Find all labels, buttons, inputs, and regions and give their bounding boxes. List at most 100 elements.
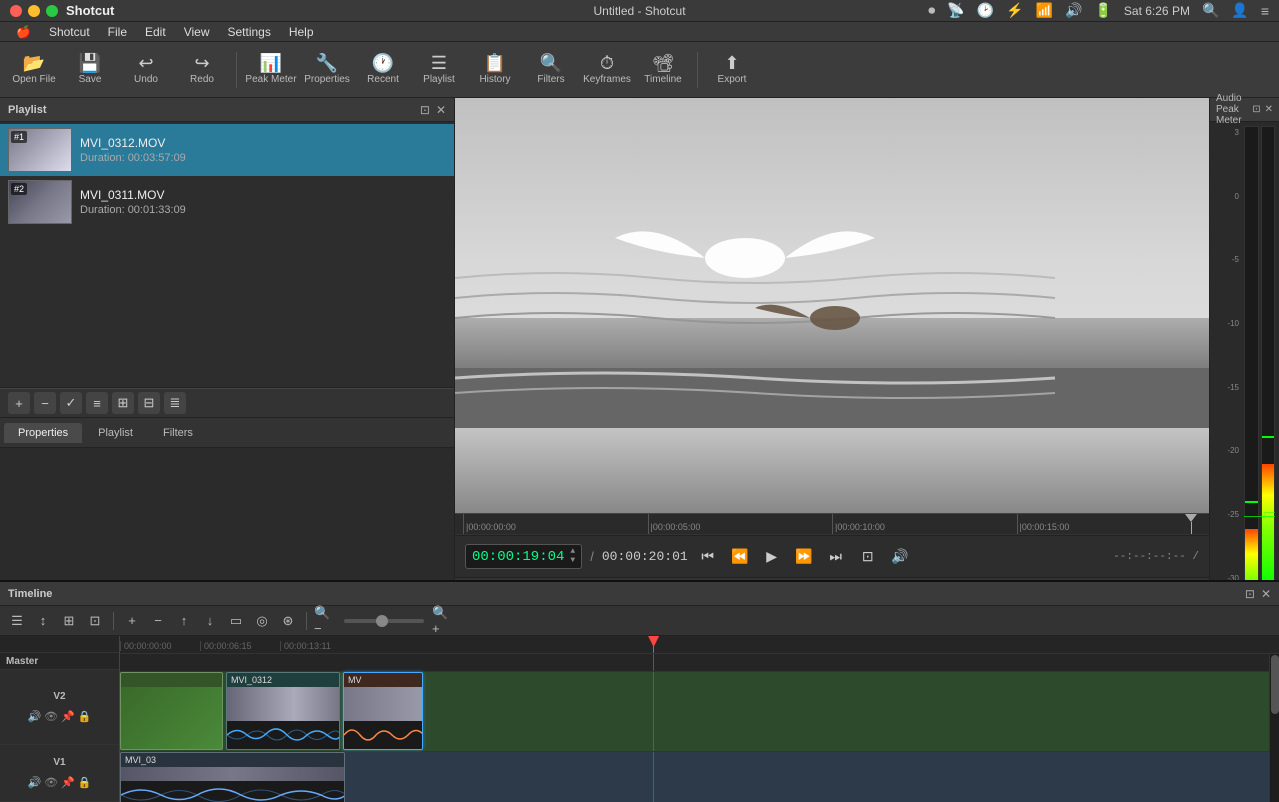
save-button[interactable]: 💾 Save [64, 46, 116, 94]
duration-display: 00:00:20:01 [602, 549, 688, 564]
tl-zoom-in-button[interactable]: 🔍+ [432, 610, 454, 632]
traffic-lights[interactable] [10, 5, 58, 17]
tl-snap-button[interactable]: ⊞ [58, 610, 80, 632]
ruler-mark-time-0: 00:00:00:00 [120, 641, 200, 651]
tl-zoom-thumb[interactable] [376, 615, 388, 627]
playlist-button[interactable]: ☰ Playlist [413, 46, 465, 94]
tc-down-arrow[interactable]: ▼ [570, 557, 575, 565]
audio-close-icon[interactable]: ✕ [1265, 104, 1273, 115]
v1-clip-1-header: MVI_03 [121, 753, 344, 767]
playlist-remove-button[interactable]: − [34, 392, 56, 414]
tl-add-button[interactable]: + [121, 610, 143, 632]
export-button[interactable]: ⬆ Export [706, 46, 758, 94]
playlist-add-button[interactable]: + [8, 392, 30, 414]
open-file-label: Open File [12, 74, 55, 85]
v2-eye-icon[interactable]: 👁 [44, 710, 58, 723]
menu-apple[interactable]: 🍎 [8, 23, 39, 41]
playlist-close-icon[interactable]: ✕ [436, 103, 446, 117]
step-back-button[interactable]: ⏪ [728, 545, 752, 569]
siri-icon[interactable]: 👤 [1231, 2, 1248, 19]
v2-pin-icon[interactable]: 📌 [61, 710, 75, 723]
menu-shotcut[interactable]: Shotcut [41, 23, 98, 41]
tc-up-arrow[interactable]: ▲ [570, 548, 575, 556]
v2-audio-icon[interactable]: 🔊 [27, 710, 41, 723]
playlist-small-button[interactable]: ⊟ [138, 392, 160, 414]
maximize-button[interactable] [46, 5, 58, 17]
volume-button[interactable]: 🔊 [888, 545, 912, 569]
properties-button[interactable]: 🔧 Properties [301, 46, 353, 94]
recent-button[interactable]: 🕐 Recent [357, 46, 409, 94]
menu-file[interactable]: File [100, 23, 135, 41]
timeline-button[interactable]: 📽 Timeline [637, 46, 689, 94]
playlist-item-duration-1: Duration: 00:03:57:09 [80, 152, 446, 164]
v1-eye-icon[interactable]: 👁 [44, 776, 58, 789]
redo-button[interactable]: ↪ Redo [176, 46, 228, 94]
tl-ripple-all-button[interactable]: ⊛ [277, 610, 299, 632]
audio-float-icon[interactable]: ⊡ [1252, 104, 1260, 115]
toggle-button[interactable]: ⊡ [856, 545, 880, 569]
undo-button[interactable]: ↩ Undo [120, 46, 172, 94]
tl-zoom-out-button[interactable]: 🔍− [314, 610, 336, 632]
open-file-button[interactable]: 📂 Open File [8, 46, 60, 94]
menu-edit[interactable]: Edit [137, 23, 174, 41]
timeline-scrollbar-v[interactable] [1269, 654, 1279, 802]
timeline-float-icon[interactable]: ⊡ [1245, 587, 1255, 601]
tl-trim-button[interactable]: ⊡ [84, 610, 106, 632]
close-button[interactable] [10, 5, 22, 17]
go-to-start-button[interactable]: ⏮ [696, 545, 720, 569]
go-to-end-button[interactable]: ⏭ [824, 545, 848, 569]
tl-ripple-button[interactable]: ↕ [32, 610, 54, 632]
timeline-scrollbar-thumb[interactable] [1271, 655, 1279, 714]
tl-overwrite-button[interactable]: ↓ [199, 610, 221, 632]
history-button[interactable]: 📋 History [469, 46, 521, 94]
v2-clip-3[interactable]: MV [343, 672, 423, 750]
timeline-header-controls: ⊡ ✕ [1245, 587, 1271, 601]
ruler-mark-2: |00:00:10:00 [832, 514, 1017, 534]
timeline-body: Master V2 🔊 👁 📌 🔒 V1 🔊 👁 📌 🔒 [0, 636, 1279, 802]
tab-properties[interactable]: Properties [4, 423, 82, 443]
v1-lock-icon[interactable]: 🔒 [78, 776, 92, 789]
spotlight-icon[interactable]: 🔍 [1202, 2, 1219, 19]
menu-view[interactable]: View [176, 23, 218, 41]
menu-settings[interactable]: Settings [219, 23, 278, 41]
tl-zoom-slider[interactable] [344, 619, 424, 623]
minimize-button[interactable] [28, 5, 40, 17]
timecode-display[interactable]: 00:00:19:04 ▲ ▼ [465, 544, 582, 569]
peak-meter-button[interactable]: 📊 Peak Meter [245, 46, 297, 94]
video-preview [455, 98, 1209, 513]
v2-clip-1[interactable] [120, 672, 223, 750]
playlist-detail-button[interactable]: ≣ [164, 392, 186, 414]
playlist-thumb-1: #1 [8, 128, 72, 172]
play-button[interactable]: ▶ [760, 545, 784, 569]
timeline-close-icon[interactable]: ✕ [1261, 587, 1271, 601]
tab-filters[interactable]: Filters [149, 423, 207, 443]
playlist-float-icon[interactable]: ⊡ [420, 103, 430, 117]
tl-remove-button[interactable]: − [147, 610, 169, 632]
tl-clip-button[interactable]: ▭ [225, 610, 247, 632]
filters-button[interactable]: 🔍 Filters [525, 46, 577, 94]
playlist-grid-button[interactable]: ⊞ [112, 392, 134, 414]
v2-track-name: V2 [53, 691, 65, 702]
tabs-bar: Properties Playlist Filters [0, 418, 454, 448]
playlist-toolbar: + − ✓ ≡ ⊞ ⊟ ≣ [0, 388, 454, 418]
timecode-arrows[interactable]: ▲ ▼ [570, 548, 575, 565]
v1-clip-1[interactable]: MVI_03 [120, 752, 345, 802]
v2-clip-2[interactable]: MVI_0312 [226, 672, 340, 750]
v2-lock-icon[interactable]: 🔒 [78, 710, 92, 723]
keyframes-button[interactable]: ⏱ Keyframes [581, 46, 633, 94]
left-peak-line [1245, 501, 1258, 503]
playlist-item[interactable]: #2 MVI_0311.MOV Duration: 00:01:33:09 [0, 176, 454, 228]
tl-lift-button[interactable]: ↑ [173, 610, 195, 632]
tab-playlist[interactable]: Playlist [84, 423, 147, 443]
tl-scrub-button[interactable]: ◎ [251, 610, 273, 632]
v1-audio-icon[interactable]: 🔊 [27, 776, 41, 789]
volume-icon: 🔊 [1065, 2, 1082, 19]
notif-icon[interactable]: ≡ [1261, 3, 1269, 19]
playlist-list-button[interactable]: ≡ [86, 392, 108, 414]
tl-menu-button[interactable]: ☰ [6, 610, 28, 632]
step-forward-button[interactable]: ⏩ [792, 545, 816, 569]
playlist-check-button[interactable]: ✓ [60, 392, 82, 414]
v1-pin-icon[interactable]: 📌 [61, 776, 75, 789]
menu-help[interactable]: Help [281, 23, 322, 41]
playlist-item[interactable]: #1 MVI_0312.MOV Duration: 00:03:57:09 [0, 124, 454, 176]
